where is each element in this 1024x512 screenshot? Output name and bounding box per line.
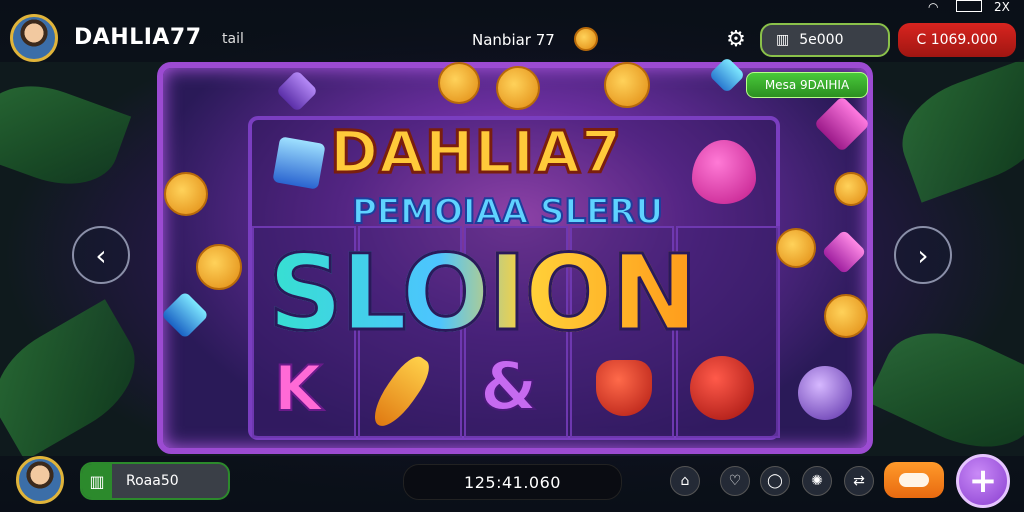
brand-name: DAHLIA77 [74,25,202,50]
coin-icon [834,172,868,206]
brand-suffix: tail [222,31,244,47]
coin-icon [574,27,598,51]
bonus-value: C 1069.000 [916,32,998,48]
logo-subtitle: PEMOIAA SLERU [351,191,664,233]
coin-icon [824,294,868,338]
bonus-pill[interactable]: C 1069.000 [898,23,1016,57]
home-icon: ⌂ [680,473,690,489]
balance-pill[interactable]: ▥ Roaa50 [80,462,230,500]
bag-button[interactable]: ◯ [760,466,790,496]
prev-button[interactable]: ‹ [72,226,130,284]
gem-icon [272,136,326,190]
plus-icon: + [968,461,998,501]
apple-icon [690,356,754,420]
building-icon: ▥ [776,32,790,48]
coin-icon [438,62,480,104]
battery-label: 2X [994,0,1010,14]
promo-badge[interactable]: Mesa 9DAIHIA [746,72,868,98]
building-icon: ▥ [82,464,112,498]
logo-title: DAHLIA7 [328,117,623,188]
star-icon: ✺ [811,473,823,489]
shuffle-icon: ⇄ [853,473,865,489]
coin-icon [776,228,816,268]
coin-icon [604,62,650,108]
add-button[interactable]: + [956,454,1010,508]
next-button[interactable]: › [894,226,952,284]
heart-icon: ♡ [728,473,742,489]
reel-symbol-k: K [273,351,323,426]
coin-icon [496,66,540,110]
credits-pill[interactable]: ▥ 5e000 [760,23,890,57]
shuffle-button[interactable]: ⇄ [844,466,874,496]
gear-icon[interactable]: ⚙ [724,28,748,52]
home-button[interactable]: ⌂ [670,466,700,496]
win-display: 125:41.060 [403,464,622,500]
battery-icon [956,0,982,12]
top-bar: DAHLIA77 tail Nanbiar 77 ⚙ ▥ 5e000 C 106… [0,0,1024,62]
game-title: Nanbiar 77 [472,31,555,49]
coin-icon [164,172,208,216]
chevron-left-icon: ‹ [95,238,107,272]
reel-symbol-ampersand: & [479,347,539,426]
coin-icon [196,244,242,290]
favorite-button[interactable]: ♡ [720,466,750,496]
toggle-icon [899,473,929,487]
wifi-icon: ◠ [928,0,939,14]
bag-icon: ◯ [767,473,783,489]
chevron-right-icon: › [917,238,929,272]
player-avatar[interactable] [16,456,64,504]
spin-button[interactable] [884,462,944,498]
balance-label: Roaa50 [126,473,179,489]
credits-value: 5e000 [799,32,844,48]
pepper-icon [596,360,652,416]
orb-icon [798,366,852,420]
avatar[interactable] [10,14,58,62]
logo-main: SLOION [266,231,699,356]
badge-button[interactable]: ✺ [802,466,832,496]
